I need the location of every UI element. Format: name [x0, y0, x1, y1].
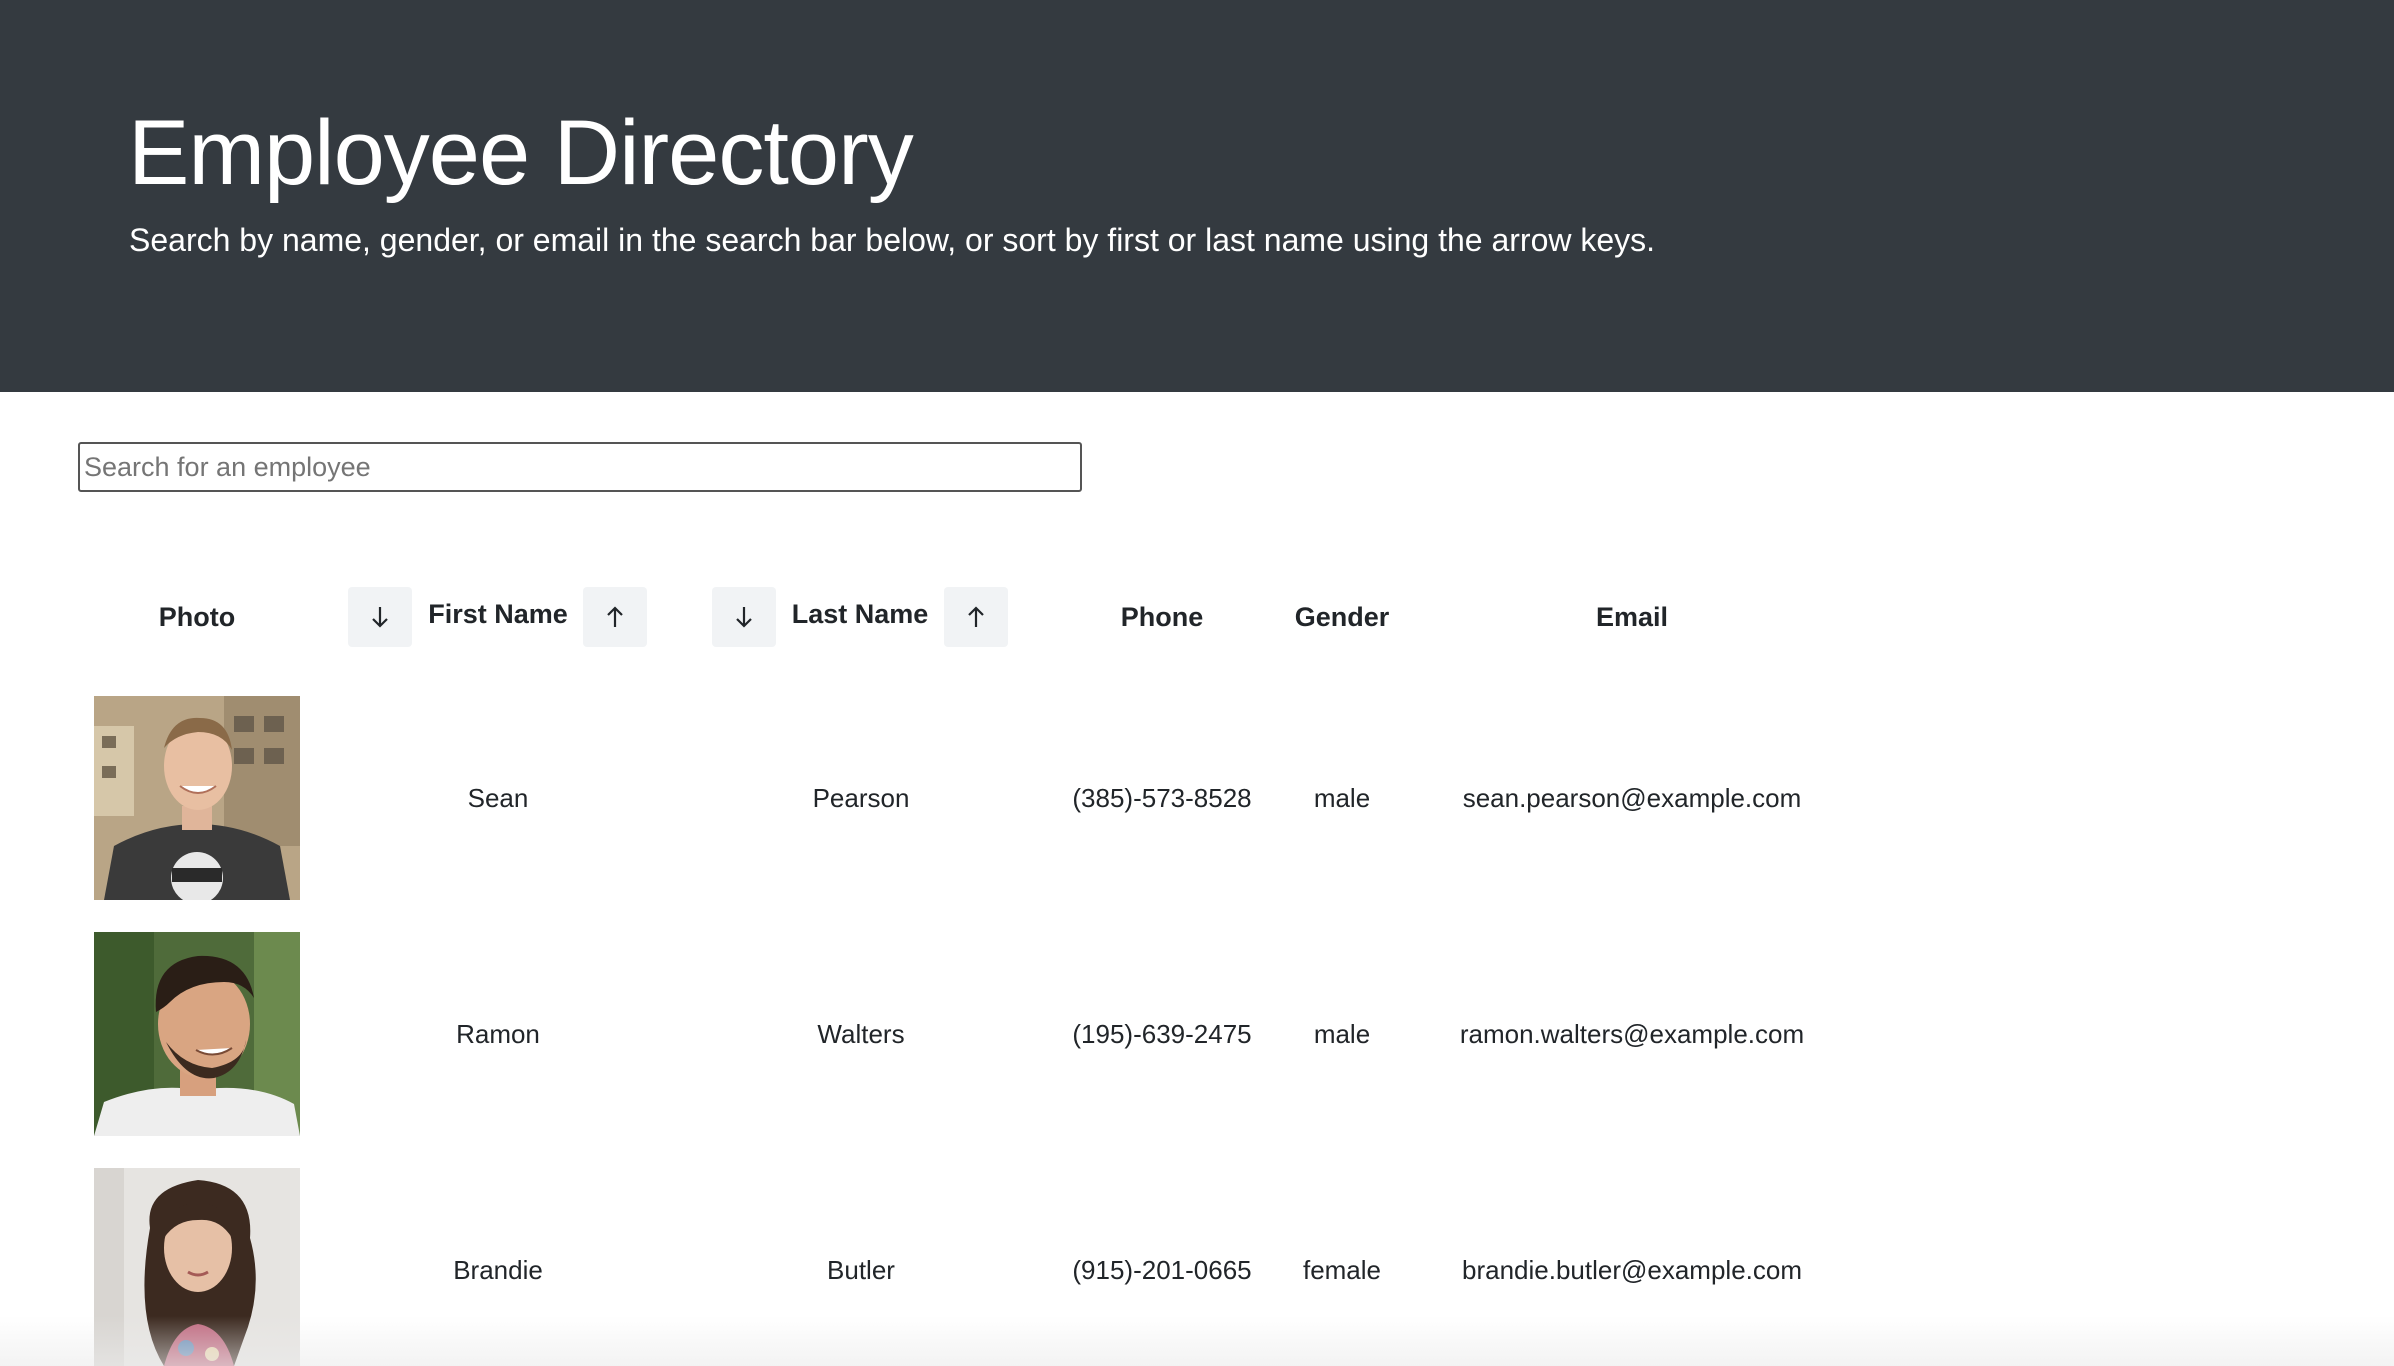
cell-email: sean.pearson@example.com — [1462, 783, 1802, 813]
cell-gender: male — [1313, 1019, 1371, 1049]
arrow-down-icon — [372, 607, 388, 628]
sort-last-name-ascending-button[interactable] — [944, 587, 1008, 647]
cell-phone: (385)-573-8528 — [1072, 783, 1252, 813]
cell-phone: (915)-201-0665 — [1072, 1255, 1252, 1285]
page-subtitle: Search by name, gender, or email in the … — [129, 222, 1656, 258]
sort-first-name-descending-button[interactable] — [348, 587, 412, 647]
column-header-last-name: Last Name — [791, 599, 929, 629]
column-header-gender: Gender — [1294, 602, 1390, 632]
column-header-first-name: First Name — [428, 599, 568, 629]
column-header-email: Email — [1595, 602, 1669, 632]
cell-gender: male — [1313, 783, 1371, 813]
cell-first-name: Ramon — [456, 1019, 540, 1049]
cell-last-name: Pearson — [812, 783, 910, 813]
cell-email: ramon.walters@example.com — [1459, 1019, 1805, 1049]
page-title: Employee Directory — [128, 102, 914, 204]
avatar — [94, 932, 300, 1136]
search-input[interactable] — [78, 442, 1082, 492]
cell-gender: female — [1302, 1255, 1382, 1285]
arrow-down-icon — [736, 607, 752, 628]
cell-email: brandie.butler@example.com — [1461, 1255, 1802, 1285]
cell-first-name: Brandie — [453, 1255, 543, 1285]
column-header-phone: Phone — [1120, 602, 1204, 632]
page-header: Employee Directory Search by name, gende… — [0, 0, 2394, 392]
avatar — [94, 696, 300, 900]
arrow-up-icon — [607, 606, 623, 627]
column-header-photo: Photo — [158, 602, 236, 632]
cell-phone: (195)-639-2475 — [1072, 1019, 1252, 1049]
sort-first-name-ascending-button[interactable] — [583, 587, 647, 647]
cell-last-name: Butler — [827, 1255, 895, 1285]
arrow-up-icon — [968, 606, 984, 627]
cell-last-name: Walters — [817, 1019, 905, 1049]
cell-first-name: Sean — [467, 783, 529, 813]
sort-last-name-descending-button[interactable] — [712, 587, 776, 647]
bottom-fade — [0, 1316, 2394, 1366]
